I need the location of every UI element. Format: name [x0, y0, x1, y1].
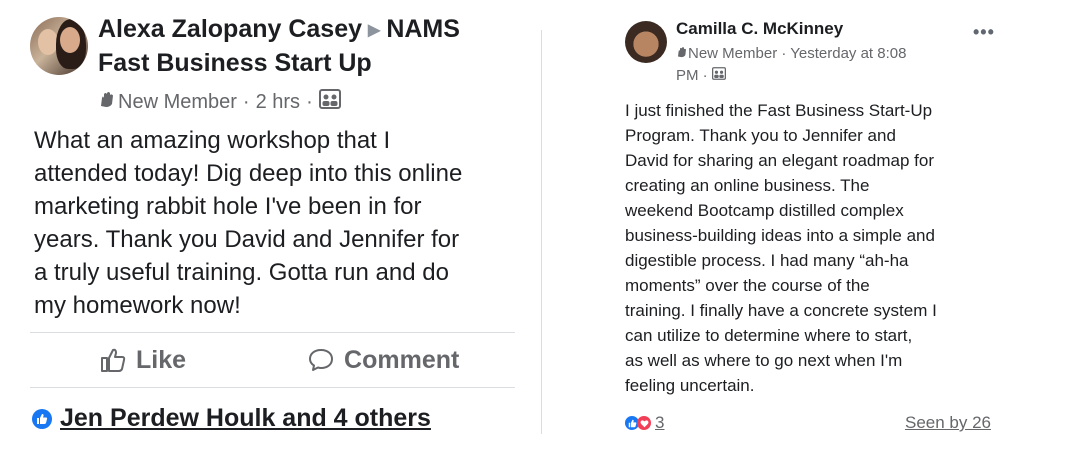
post-time[interactable]: 2 hrs: [256, 91, 300, 114]
post-body: I just finished the Fast Business Start-…: [625, 101, 937, 395]
comment-label: Comment: [344, 345, 460, 374]
post-footer: 3 Seen by 26: [625, 413, 991, 433]
new-member-icon: [676, 45, 688, 62]
arrow-right-icon: ▶: [368, 22, 381, 39]
post-body: What an amazing workshop that I attended…: [34, 127, 463, 319]
love-reaction-icon: [637, 416, 651, 430]
comment-button[interactable]: Comment: [308, 346, 459, 375]
reactions-summary[interactable]: Jen Perdew Houlk and 4 others: [32, 404, 431, 433]
like-reaction-icon: [32, 408, 52, 429]
post-meta: New Member · 2 hrs ·: [98, 89, 518, 115]
like-icon: [101, 348, 126, 372]
post-actions: Like Comment: [30, 332, 515, 388]
group-privacy-icon: [711, 67, 726, 84]
like-label: Like: [136, 345, 187, 374]
post-time-suffix[interactable]: PM ·: [676, 67, 708, 84]
avatar[interactable]: [625, 21, 667, 63]
comment-icon: [309, 349, 334, 371]
left-post: Alexa Zalopany Casey ▶ NAMS Fast Business …: [30, 14, 518, 432]
like-button[interactable]: Like: [100, 346, 186, 375]
post-meta: New Member · Yesterday at 8:08 PM ·: [676, 43, 966, 87]
member-badge-and-time[interactable]: New Member · Yesterday at 8:08: [688, 45, 906, 62]
reactors-link[interactable]: Jen Perdew Houlk and 4 others: [60, 404, 431, 433]
member-badge: New Member: [118, 90, 237, 113]
new-member-icon: [98, 91, 116, 114]
group-privacy-icon: [318, 89, 341, 115]
left-post-header: Alexa Zalopany Casey ▶ NAMS Fast Business …: [30, 14, 518, 115]
author-name[interactable]: Camilla C. McKinney: [676, 18, 966, 40]
right-post-head-text: Camilla C. McKinney New Member · Yesterd…: [676, 18, 966, 87]
left-post-head-text: Alexa Zalopany Casey ▶ NAMS Fast Business …: [98, 14, 518, 115]
avatar[interactable]: [30, 17, 88, 75]
post-title: Alexa Zalopany Casey ▶ NAMS Fast Business …: [98, 14, 518, 79]
reactions-summary[interactable]: 3: [625, 413, 664, 433]
more-options-icon[interactable]: •••: [973, 22, 995, 43]
seen-by-link[interactable]: Seen by 26: [905, 413, 991, 433]
author-name[interactable]: Alexa Zalopany Casey: [98, 15, 362, 43]
reaction-count[interactable]: 3: [655, 413, 664, 433]
divider: [541, 30, 542, 434]
